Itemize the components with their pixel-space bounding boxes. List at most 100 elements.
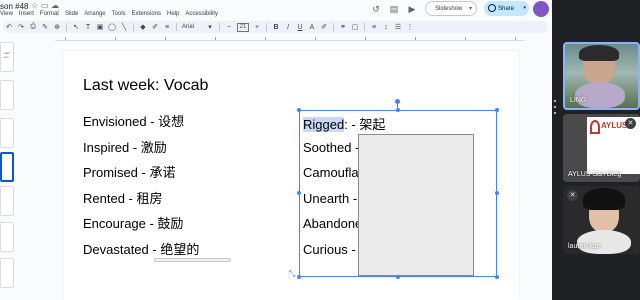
link-icon[interactable]: ⚭ bbox=[337, 23, 349, 31]
participant-tile[interactable]: AYLUS ✕ AYLUS San Dieg bbox=[563, 114, 640, 182]
horizontal-ruler bbox=[55, 35, 525, 41]
slide-thumbnail[interactable] bbox=[0, 258, 14, 288]
globe-icon bbox=[488, 4, 496, 12]
slide-thumbnail[interactable]: ...ssic ...ion bbox=[0, 42, 14, 72]
line-spacing-icon[interactable]: ↕ bbox=[380, 24, 392, 31]
increase-size-icon[interactable]: + bbox=[251, 24, 263, 31]
border-color-icon[interactable]: ✐ bbox=[149, 23, 161, 31]
ruler-tick bbox=[365, 37, 366, 40]
menu-arrange[interactable]: Arrange bbox=[84, 11, 105, 21]
resize-handle[interactable] bbox=[495, 108, 499, 112]
fill-color-icon[interactable]: ◆ bbox=[137, 23, 149, 31]
ruler-tick bbox=[115, 37, 116, 40]
menu-view[interactable]: View bbox=[0, 11, 13, 21]
account-avatar[interactable] bbox=[533, 1, 549, 17]
toolbar-divider bbox=[333, 23, 335, 31]
slideshow-button[interactable]: Slideshow ▾ bbox=[425, 1, 477, 16]
more-options-icon[interactable] bbox=[553, 100, 557, 114]
selection-box[interactable] bbox=[299, 110, 497, 277]
menu-extensions[interactable]: Extensions bbox=[132, 11, 161, 21]
slides-window: son #48 ☆ ▭ ☁ View Insert Format Slide A… bbox=[0, 0, 552, 300]
slide-thumbnail[interactable] bbox=[0, 222, 14, 252]
shape-icon[interactable]: ◯ bbox=[106, 23, 118, 31]
border-weight-icon[interactable]: ≡ bbox=[161, 24, 173, 31]
italic-icon[interactable]: I bbox=[282, 24, 294, 31]
paint-format-icon[interactable]: ✎ bbox=[39, 23, 51, 31]
more-icon[interactable]: ⋮ bbox=[404, 23, 416, 31]
underline-icon[interactable]: U bbox=[294, 24, 306, 31]
slide-thumbnail[interactable] bbox=[0, 80, 14, 110]
resize-handle[interactable] bbox=[495, 191, 499, 195]
menu-slide[interactable]: Slide bbox=[65, 11, 78, 21]
bulleted-list-icon[interactable]: ☰ bbox=[392, 23, 404, 31]
participant-name: AYLUS San Dieg bbox=[568, 171, 622, 178]
vocab-item: Promised - 承诺 bbox=[83, 165, 176, 180]
history-icon[interactable]: ↺ bbox=[370, 3, 382, 15]
add-comment-icon[interactable]: ▢ bbox=[349, 23, 361, 31]
share-label: Share bbox=[498, 5, 515, 12]
undo-icon[interactable]: ↶ bbox=[3, 23, 15, 31]
toolbar-divider bbox=[219, 23, 221, 31]
slideshow-label: Slideshow bbox=[435, 5, 463, 12]
star-icon[interactable]: ☆ bbox=[31, 1, 38, 10]
rotate-handle[interactable] bbox=[395, 99, 400, 104]
zoom-icon[interactable]: ⊕ bbox=[51, 23, 63, 31]
font-select[interactable]: Arial bbox=[180, 24, 204, 30]
select-icon[interactable]: ↖ bbox=[70, 23, 82, 31]
title-bar: son #48 ☆ ▭ ☁ View Insert Format Slide A… bbox=[0, 0, 552, 21]
align-icon[interactable]: ≡ bbox=[368, 24, 380, 31]
toolbar-divider bbox=[66, 23, 67, 31]
bold-icon[interactable]: B bbox=[270, 24, 282, 31]
participant-video-body bbox=[577, 230, 631, 254]
vocab-item: Inspired - 激励 bbox=[83, 139, 167, 155]
chevron-down-icon[interactable]: ▾ bbox=[204, 23, 216, 31]
ruler-tick bbox=[265, 37, 266, 40]
resize-handle[interactable] bbox=[495, 275, 499, 279]
decrease-size-icon[interactable]: − bbox=[223, 24, 235, 31]
logo-text: AYLUS bbox=[601, 121, 628, 130]
print-icon[interactable]: ⎙ bbox=[27, 23, 39, 31]
vocab-item: Envisioned - 设想 bbox=[83, 114, 185, 129]
resize-handle[interactable] bbox=[297, 191, 301, 195]
ruler-tick bbox=[465, 37, 466, 40]
comment-icon[interactable]: ▤ bbox=[388, 3, 400, 15]
toolbar-divider bbox=[364, 23, 366, 31]
menu-format[interactable]: Format bbox=[40, 11, 59, 21]
slide-thumbnail-selected[interactable] bbox=[0, 152, 14, 182]
participant-video-body bbox=[575, 82, 625, 108]
resize-handle[interactable] bbox=[297, 108, 301, 112]
participant-tile[interactable]: ✕ lauren kan bbox=[563, 186, 640, 254]
resize-handle[interactable] bbox=[396, 275, 400, 279]
slide-thumbnail[interactable] bbox=[0, 118, 14, 148]
resize-handle[interactable] bbox=[396, 108, 400, 112]
move-folder-icon[interactable]: ▭ bbox=[41, 1, 49, 10]
font-size-field[interactable]: 21 bbox=[237, 22, 250, 32]
participant-tile[interactable]: LING bbox=[563, 42, 640, 110]
vocab-list[interactable]: Envisioned - 设想 Inspired - 激励 Promised -… bbox=[83, 111, 199, 264]
mic-off-icon: ✕ bbox=[625, 118, 636, 129]
redo-icon[interactable]: ↷ bbox=[15, 23, 27, 31]
line-icon[interactable]: ╲ bbox=[118, 23, 130, 31]
text-box-icon[interactable]: T bbox=[82, 24, 94, 31]
participant-name: lauren kan bbox=[568, 243, 601, 250]
slide-thumbnail[interactable] bbox=[0, 186, 14, 216]
cloud-status-icon[interactable]: ☁ bbox=[51, 1, 59, 10]
participant-video-hair bbox=[583, 188, 625, 210]
image-icon[interactable]: ▣ bbox=[94, 23, 106, 31]
menu-insert[interactable]: Insert bbox=[19, 11, 34, 21]
ruler-tick bbox=[165, 37, 166, 40]
menu-tools[interactable]: Tools bbox=[112, 11, 126, 21]
resize-handle[interactable] bbox=[297, 275, 301, 279]
video-call-icon[interactable]: ▶ bbox=[406, 3, 418, 15]
chevron-down-icon[interactable]: ▾ bbox=[523, 5, 526, 11]
slide-title[interactable]: Last week: Vocab bbox=[83, 77, 208, 95]
screen: son #48 ☆ ▭ ☁ View Insert Format Slide A… bbox=[0, 0, 640, 300]
document-title[interactable]: son #48 bbox=[0, 2, 28, 11]
highlight-icon[interactable]: ✐ bbox=[318, 23, 330, 31]
share-button[interactable]: Share ▾ bbox=[484, 1, 529, 16]
menu-accessibility[interactable]: Accessibility bbox=[185, 11, 218, 21]
menu-help[interactable]: Help bbox=[167, 11, 179, 21]
ruler-tick bbox=[215, 37, 216, 40]
chevron-down-icon[interactable]: ▾ bbox=[469, 5, 472, 12]
text-color-icon[interactable]: A bbox=[306, 24, 318, 31]
